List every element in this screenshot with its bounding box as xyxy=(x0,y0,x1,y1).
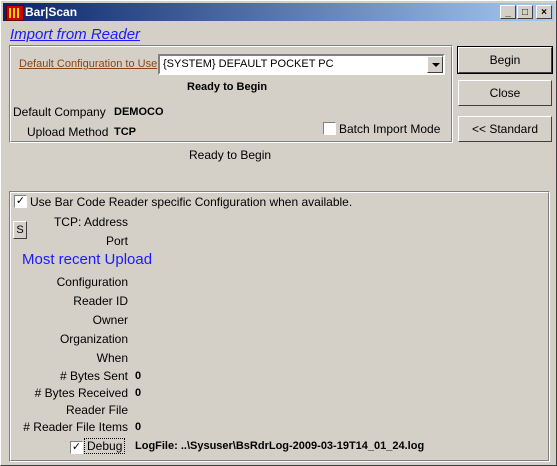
reader-file-label: Reader File xyxy=(65,403,128,417)
bytes-sent-label: # Bytes Sent xyxy=(59,369,128,383)
when-label: When xyxy=(96,351,128,365)
close-window-icon[interactable]: × xyxy=(536,5,552,19)
maximize-icon[interactable]: □ xyxy=(517,5,533,19)
status-inner: Ready to Begin xyxy=(187,81,268,93)
use-reader-config-checkbox[interactable]: ✓ xyxy=(14,195,27,208)
batch-import-label: Batch Import Mode xyxy=(339,122,441,136)
most-recent-upload-title: Most recent Upload xyxy=(22,251,153,268)
port-label: Port xyxy=(105,234,128,248)
debug-label-box: Debug xyxy=(84,438,126,454)
bytes-received-value: 0 xyxy=(135,387,142,399)
upload-method-value: TCP xyxy=(114,126,136,138)
import-from-reader-title[interactable]: Import from Reader xyxy=(10,26,140,43)
default-company-value: DEMOCO xyxy=(114,106,164,118)
owner-label: Owner xyxy=(92,313,128,327)
logfile-path: LogFile: ..\Sysuser\BsRdrLog-2009-03-19T… xyxy=(135,440,425,452)
configuration-label: Configuration xyxy=(56,275,128,289)
debug-label: Debug xyxy=(84,438,126,454)
app-window: Bar|Scan _ □ × Import from Reader Defaul… xyxy=(0,0,557,466)
selected-config-value: {SYSTEM} DEFAULT POCKET PC xyxy=(163,58,334,70)
bytes-received-label: # Bytes Received xyxy=(34,386,128,400)
default-config-select[interactable]: {SYSTEM} DEFAULT POCKET PC xyxy=(158,54,445,75)
standard-button[interactable]: << Standard xyxy=(458,116,552,142)
debug-checkbox[interactable]: ✓ xyxy=(70,441,83,454)
use-reader-config-label: Use Bar Code Reader specific Configurati… xyxy=(30,195,353,209)
reader-id-label: Reader ID xyxy=(73,294,128,308)
bytes-sent-value: 0 xyxy=(135,370,142,382)
default-config-link[interactable]: Default Configuration to Use xyxy=(19,58,157,70)
chevron-down-icon[interactable] xyxy=(427,56,443,73)
close-button[interactable]: Close xyxy=(458,80,552,106)
organization-label: Organization xyxy=(59,332,128,346)
upload-method-label: Upload Method xyxy=(27,125,109,139)
tcp-address-label: TCP: Address xyxy=(53,215,128,229)
barscan-app-icon xyxy=(6,5,24,21)
title-bar[interactable]: Bar|Scan _ □ × xyxy=(3,3,554,21)
reader-file-items-label: # Reader File Items xyxy=(23,420,128,434)
window-title: Bar|Scan xyxy=(25,5,78,19)
default-company-label: Default Company xyxy=(13,105,106,119)
reader-file-items-value: 0 xyxy=(135,421,142,433)
minimize-icon[interactable]: _ xyxy=(500,5,516,19)
status-outer: Ready to Begin xyxy=(189,148,272,162)
batch-import-checkbox[interactable] xyxy=(323,122,336,135)
begin-button[interactable]: Begin xyxy=(457,46,553,74)
